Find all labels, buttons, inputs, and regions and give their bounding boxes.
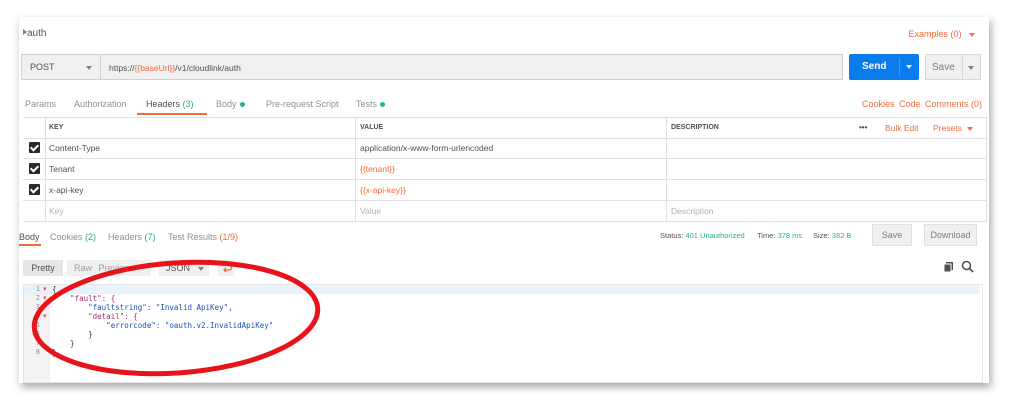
annotation-overlay [31,259,321,377]
annotation-ellipse [31,259,321,377]
